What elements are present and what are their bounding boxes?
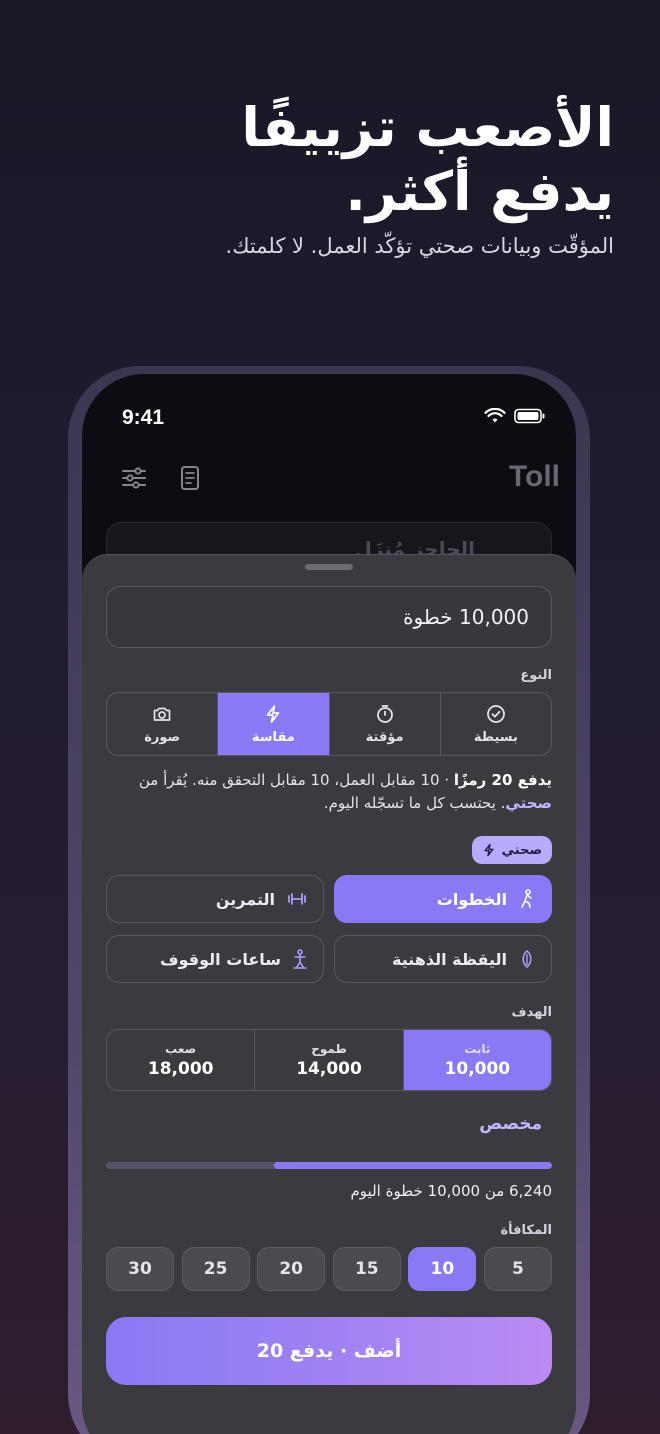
- app-brand: Toll: [508, 460, 560, 493]
- hero-title-line1: الأصعب تزييفًا: [241, 96, 614, 159]
- type-photo-label: صورة: [144, 729, 181, 745]
- type-description: يدفع 20 رمزًا · 10 مقابل العمل، 10 مقابل…: [106, 769, 552, 815]
- goal-fixed[interactable]: ثابت 10,000: [402, 1030, 551, 1090]
- walking-icon: [521, 889, 532, 908]
- camera-icon: [153, 707, 171, 721]
- check-circle-icon: [486, 704, 505, 723]
- metric-mindfulness-label: اليقظة الذهنية: [392, 949, 507, 969]
- reward-chip[interactable]: 30: [106, 1247, 174, 1291]
- goal-hard-name: صعب: [165, 1041, 197, 1056]
- bolt-icon: [484, 843, 494, 857]
- phone-frame: 9:41 Toll الحاجز مُنزَل 10,000 خطوة النو…: [68, 366, 590, 1434]
- metric-workout-label: التمرين: [215, 889, 275, 909]
- type-timed[interactable]: مؤقتة: [328, 693, 440, 755]
- reward-chip[interactable]: 15: [332, 1247, 401, 1291]
- goal-hard-value: 18,000: [147, 1058, 214, 1079]
- metric-mindfulness[interactable]: اليقظة الذهنية: [334, 935, 552, 983]
- health-chip-label: صحتي: [501, 842, 542, 858]
- steps-progress-fill: [273, 1162, 552, 1169]
- metric-stand-hours-label: ساعات الوقوف: [160, 949, 281, 969]
- leaf-icon: [522, 950, 532, 968]
- status-bar: 9:41: [122, 406, 546, 430]
- goal-amount-field[interactable]: [106, 586, 552, 648]
- desc-health-link[interactable]: صحتي: [505, 794, 552, 812]
- goal-amount-input[interactable]: [107, 605, 529, 629]
- add-barrier-sheet: النوع بسيطة مؤقتة مقاسة صورة: [82, 554, 576, 1434]
- goal-label: الهدف: [511, 1005, 552, 1020]
- metric-steps[interactable]: الخطوات: [334, 875, 552, 923]
- hero-subtitle: المؤقّت وبيانات صحتي تؤكّد العمل. لا كلم…: [225, 234, 614, 258]
- add-button[interactable]: أضف · يدفع 20: [106, 1317, 552, 1385]
- sliders-icon[interactable]: [120, 464, 148, 492]
- reward-label: المكافأة: [500, 1223, 552, 1238]
- goal-fixed-value: 10,000: [444, 1058, 511, 1079]
- wifi-icon: [484, 408, 506, 423]
- hero-title: الأصعب تزييفًا يدفع أكثر.: [54, 96, 614, 224]
- type-simple[interactable]: بسيطة: [439, 693, 551, 755]
- dumbbell-icon: [288, 893, 306, 905]
- type-simple-label: بسيطة: [473, 729, 518, 745]
- type-photo[interactable]: صورة: [107, 693, 217, 755]
- goal-ambitious[interactable]: طموح 14,000: [254, 1030, 402, 1090]
- metric-workout[interactable]: التمرين: [106, 875, 324, 923]
- reward-chip[interactable]: 20: [257, 1247, 326, 1291]
- steps-progress-text: 6,240 من 10,000 خطوة اليوم: [350, 1182, 552, 1200]
- reward-chip[interactable]: 5: [483, 1247, 552, 1291]
- desc-bold: يدفع 20 رمزًا: [453, 771, 552, 789]
- type-label: النوع: [520, 668, 552, 683]
- goal-ambitious-name: طموح: [311, 1041, 347, 1056]
- phone-screen: 9:41 Toll الحاجز مُنزَل 10,000 خطوة النو…: [82, 374, 576, 1434]
- type-measured[interactable]: مقاسة: [217, 693, 329, 755]
- custom-goal-link[interactable]: مخصص: [479, 1114, 542, 1134]
- timer-icon: [376, 704, 393, 723]
- status-time: 9:41: [122, 406, 165, 429]
- type-measured-label: مقاسة: [251, 729, 295, 745]
- bolt-icon: [266, 704, 280, 723]
- sheet-grabber[interactable]: [305, 564, 353, 570]
- battery-icon: [514, 408, 545, 424]
- metric-stand-hours[interactable]: ساعات الوقوف: [106, 935, 324, 983]
- health-source-chip: صحتي: [471, 836, 552, 864]
- type-selector: بسيطة مؤقتة مقاسة صورة: [106, 692, 552, 756]
- reward-chip[interactable]: 10: [408, 1247, 477, 1291]
- reward-selector: 5 10 15 20 25 30: [106, 1247, 552, 1291]
- goal-fixed-name: ثابت: [464, 1041, 491, 1056]
- app-topbar: Toll: [120, 458, 560, 502]
- hero-title-line2: يدفع أكثر.: [345, 160, 614, 223]
- desc-mid: · 10 مقابل العمل، 10 مقابل التحقق منه. ي…: [138, 771, 454, 789]
- goal-ambitious-value: 14,000: [296, 1058, 362, 1079]
- desc-end: . يحتسب كل ما تسجّله اليوم.: [323, 794, 506, 812]
- goal-selector: ثابت 10,000 طموح 14,000 صعب 18,000: [106, 1029, 552, 1091]
- reward-chip[interactable]: 25: [181, 1247, 250, 1291]
- document-icon[interactable]: [176, 464, 204, 492]
- goal-hard[interactable]: صعب 18,000: [107, 1030, 254, 1090]
- steps-progress-bar: [106, 1162, 552, 1169]
- standing-icon: [293, 949, 307, 969]
- type-timed-label: مؤقتة: [365, 729, 404, 745]
- metric-steps-label: الخطوات: [436, 889, 507, 909]
